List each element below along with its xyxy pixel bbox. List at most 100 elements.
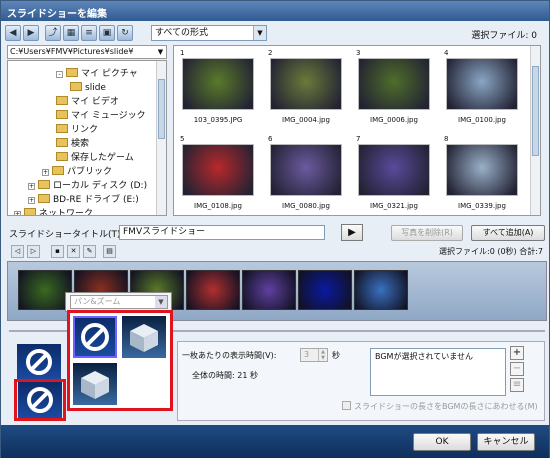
bgm-volume-button[interactable]: ≡ — [510, 378, 524, 392]
slideshow-title-row: スライドショータイトル(T): FMVスライドショー ▶ 写真を削除(R) すべ… — [7, 224, 547, 242]
plus-icon: + — [512, 347, 522, 358]
tree-item[interactable]: 保存したゲーム — [56, 151, 134, 165]
page-icon[interactable]: ▤ — [103, 245, 116, 258]
tree-item-label: slide — [85, 83, 106, 93]
image-icon[interactable]: ▪ — [51, 245, 64, 258]
transition-type-select[interactable]: パン&ズーム ▼ — [70, 295, 168, 309]
transition-cube-option-2[interactable] — [73, 363, 117, 405]
transition-cube-option[interactable] — [122, 316, 166, 358]
refresh-icon[interactable]: ↻ — [117, 25, 133, 41]
per-slide-time-label: 一枚あたりの表示時間(V): — [182, 351, 277, 360]
current-effect-tile[interactable] — [17, 344, 61, 380]
photo-thumbnail[interactable]: 2 IMG_0004.jpg — [264, 48, 348, 130]
folder-icon — [70, 82, 82, 91]
tree-item[interactable]: 検索 — [56, 137, 89, 151]
per-slide-time-spinner[interactable]: 3 ▲ ▼ — [300, 348, 328, 362]
cube-icon — [81, 371, 109, 399]
move-left-icon[interactable]: ◁ — [11, 245, 24, 258]
slide-frame[interactable] — [298, 270, 352, 310]
prohibited-icon — [81, 323, 109, 351]
delete-icon[interactable]: ✕ — [67, 245, 80, 258]
bgm-status-text: BGMが選択されていません — [375, 352, 473, 361]
fit-to-bgm-checkbox[interactable] — [342, 401, 351, 410]
slide-frame[interactable] — [354, 270, 408, 310]
tree-item-label: リンク — [71, 125, 99, 135]
slideshow-title-label: スライドショータイトル(T): — [9, 230, 124, 240]
photo-image — [446, 144, 518, 196]
scrollbar-thumb[interactable] — [532, 66, 539, 156]
photo-number: 1 — [180, 49, 185, 57]
photo-thumbnail[interactable]: 6 IMG_0080.jpg — [264, 134, 348, 215]
cancel-button[interactable]: キャンセル — [477, 433, 535, 451]
folder-icon — [38, 194, 50, 203]
tree-item[interactable]: マイ ミュージック — [56, 109, 146, 123]
tree-item[interactable]: slide — [70, 81, 106, 95]
expand-icon[interactable]: + — [14, 211, 21, 215]
collapse-icon[interactable]: - — [56, 71, 63, 78]
tree-item[interactable]: + ネットワーク — [14, 207, 93, 215]
photo-thumbnail[interactable]: 1 103_0395.JPG — [176, 48, 260, 130]
photo-number: 6 — [268, 135, 273, 143]
view-icon[interactable]: ▦ — [63, 25, 79, 41]
minus-icon: − — [512, 363, 522, 374]
remove-bgm-button[interactable]: − — [510, 362, 524, 376]
forward-icon[interactable]: ▶ — [23, 25, 39, 41]
tree-item[interactable]: - マイ ピクチャ — [56, 67, 138, 81]
transition-none-option[interactable] — [73, 316, 117, 358]
photo-thumbnail[interactable]: 5 IMG_0108.jpg — [176, 134, 260, 215]
folder-icon — [24, 208, 36, 215]
expand-icon[interactable]: + — [28, 183, 35, 190]
file-type-filter[interactable]: すべての形式 ▼ — [151, 25, 267, 41]
tree-item-label: マイ ビデオ — [71, 97, 119, 107]
back-icon[interactable]: ◀ — [5, 25, 21, 41]
bgm-list[interactable]: BGMが選択されていません — [370, 348, 506, 396]
photo-thumbnail[interactable]: 8 IMG_0339.jpg — [440, 134, 524, 215]
bars-icon: ≡ — [512, 379, 522, 390]
tree-item[interactable]: + BD-RE ドライブ (E:) — [28, 193, 139, 207]
expand-icon[interactable]: + — [28, 197, 35, 204]
tree-scrollbar[interactable] — [156, 61, 166, 215]
dialog-footer: OK キャンセル — [1, 425, 549, 458]
photo-thumbnail[interactable]: 4 IMG_0100.jpg — [440, 48, 524, 130]
slide-frame[interactable] — [186, 270, 240, 310]
remove-photo-button[interactable]: 写真を削除(R) — [391, 225, 463, 241]
move-right-icon[interactable]: ▷ — [27, 245, 40, 258]
scrollbar-thumb[interactable] — [158, 79, 165, 139]
selection-summary: 選択ファイル:0 (0秒) 合計:7 — [439, 247, 543, 256]
photo-thumbnail[interactable]: 3 IMG_0006.jpg — [352, 48, 436, 130]
photo-thumbnail[interactable]: 7 IMG_0321.jpg — [352, 134, 436, 215]
edit-icon[interactable]: ✎ — [83, 245, 96, 258]
tree-item[interactable]: リンク — [56, 123, 98, 137]
add-bgm-button[interactable]: + — [510, 346, 524, 360]
play-button[interactable]: ▶ — [341, 224, 363, 241]
chevron-down-icon[interactable]: ▼ — [155, 296, 167, 308]
slide-frame[interactable] — [242, 270, 296, 310]
tree-item[interactable]: + ローカル ディスク (D:) — [28, 179, 147, 193]
folder-icon — [56, 110, 68, 119]
spinner-arrows-icon[interactable]: ▲ ▼ — [318, 349, 327, 361]
tree-item[interactable]: + パブリック — [42, 165, 112, 179]
tree-item-label: パブリック — [67, 167, 113, 177]
ok-button[interactable]: OK — [413, 433, 471, 451]
slide-frame[interactable] — [18, 270, 72, 310]
select-icon[interactable]: ▣ — [99, 25, 115, 41]
transition-effect-tile[interactable] — [18, 382, 62, 418]
photo-number: 4 — [444, 49, 449, 57]
photo-grid-scrollbar[interactable] — [530, 46, 540, 215]
add-all-button[interactable]: すべて追加(A) — [471, 225, 545, 241]
chevron-down-icon[interactable]: ▼ — [155, 46, 166, 58]
photo-filename: IMG_0339.jpg — [458, 202, 506, 210]
per-slide-time-value: 3 — [304, 350, 310, 359]
folder-up-icon[interactable]: ⤴ — [45, 25, 61, 41]
chevron-down-icon[interactable]: ▼ — [253, 26, 266, 40]
folder-icon — [56, 138, 68, 147]
photo-image — [446, 58, 518, 110]
folder-path-select[interactable]: C:¥Users¥FMV¥Pictures¥slide¥ ▼ — [7, 45, 167, 59]
tree-item[interactable]: マイ ビデオ — [56, 95, 119, 109]
strip-toolbar: ◁ ▷ ▪ ✕ ✎ ▤ — [7, 245, 127, 259]
selected-files-count: 選択ファイル: 0 — [471, 31, 537, 41]
slideshow-title-input[interactable]: FMVスライドショー — [119, 225, 325, 240]
expand-icon[interactable]: + — [42, 169, 49, 176]
prohibited-icon — [27, 387, 53, 413]
sort-icon[interactable]: ≡ — [81, 25, 97, 41]
